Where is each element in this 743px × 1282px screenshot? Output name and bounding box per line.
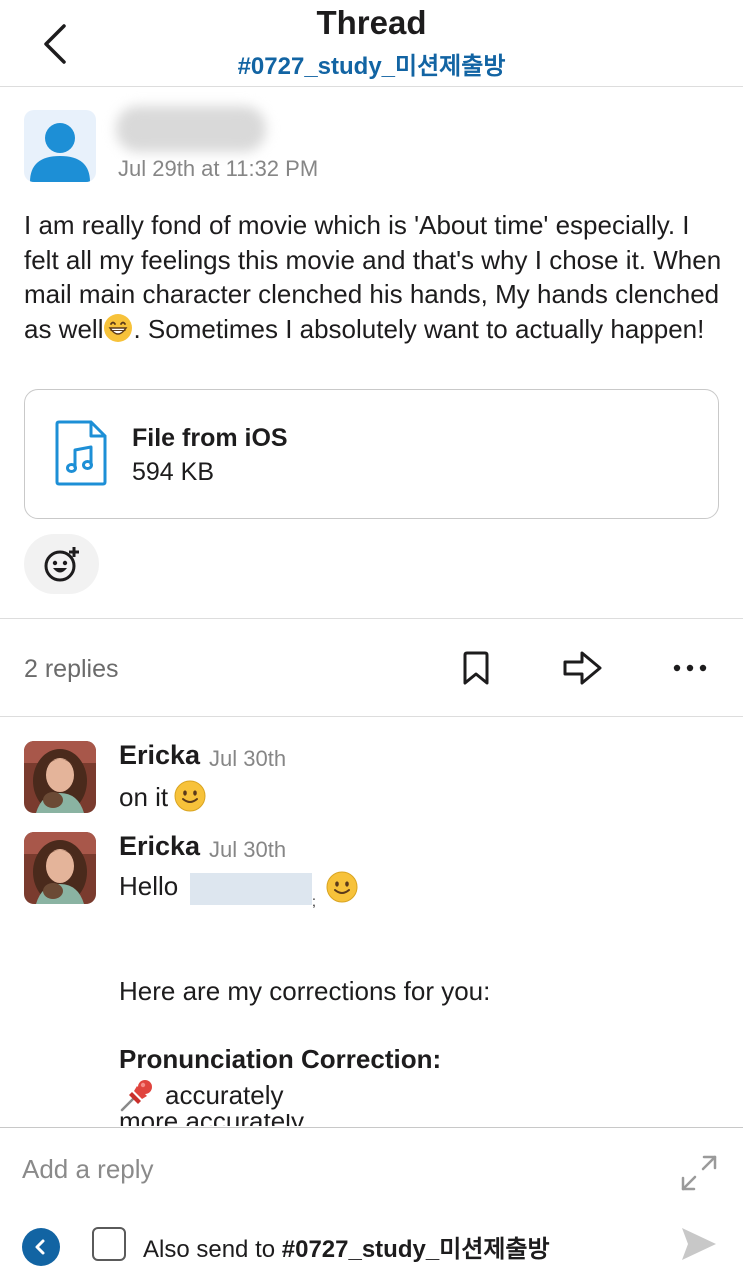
reply-text-content: on it xyxy=(119,782,169,812)
also-send-prefix: Also send to xyxy=(143,1236,282,1263)
thread-header: Thread #0727_study_미션제출방 xyxy=(0,0,743,87)
also-send-label: Also send to #0727_study_미션제출방 xyxy=(143,1229,550,1264)
share-button[interactable] xyxy=(562,650,604,686)
reply-greeting: Hello xyxy=(119,871,179,901)
reply-text: on it xyxy=(119,780,206,813)
reply-timestamp: Jul 30th xyxy=(209,746,287,771)
user-photo-icon xyxy=(24,832,96,904)
section-heading: Pronunciation Correction: xyxy=(119,1044,442,1074)
grinning-emoji-icon xyxy=(104,313,133,342)
redacted-recipient-name xyxy=(190,873,312,905)
pushpin-icon xyxy=(120,1080,152,1112)
file-attachment[interactable]: File from iOS 594 KB xyxy=(24,389,719,519)
bookmark-icon xyxy=(463,651,489,685)
send-button[interactable] xyxy=(680,1226,718,1262)
user-placeholder-icon xyxy=(30,123,90,182)
avatar[interactable] xyxy=(24,832,96,904)
reply-timestamp: Jul 30th xyxy=(209,837,287,862)
slightly-smiling-emoji-icon xyxy=(326,871,358,903)
reply-composer: Also send to #0727_study_미션제출방 xyxy=(0,1127,743,1282)
avatar[interactable] xyxy=(24,110,96,182)
message-text-tail: . Sometimes I absolutely want to actuall… xyxy=(133,313,705,344)
clipped-correction-line: more accurately xyxy=(119,1114,304,1126)
also-send-channel: #0727_study_미션제출방 xyxy=(281,1236,550,1263)
also-send-checkbox[interactable] xyxy=(92,1227,126,1261)
add-reaction-button[interactable] xyxy=(24,534,99,594)
file-name: File from iOS xyxy=(132,424,288,452)
corrections-intro: Here are my corrections for you: xyxy=(119,976,491,1006)
file-size: 594 KB xyxy=(132,458,215,486)
correction-item: accurately xyxy=(119,1078,284,1112)
message-text: I am really fond of movie which is 'Abou… xyxy=(24,208,724,346)
audio-file-icon xyxy=(55,420,107,486)
redacted-author-name xyxy=(116,106,266,152)
ellipsis-icon xyxy=(673,664,707,672)
send-icon xyxy=(682,1228,716,1260)
share-arrow-icon xyxy=(563,651,602,685)
correction-item-text: accurately xyxy=(165,1080,284,1110)
avatar[interactable] xyxy=(24,741,96,813)
replies-count: 2 replies xyxy=(24,655,119,683)
collapse-options-button[interactable] xyxy=(22,1228,60,1266)
divider xyxy=(0,716,743,717)
reply-input[interactable] xyxy=(22,1150,582,1188)
expand-arrows-icon xyxy=(681,1155,717,1191)
more-actions-button[interactable] xyxy=(670,656,710,680)
save-bookmark-button[interactable] xyxy=(462,650,490,686)
redacted-tail: ; xyxy=(312,893,316,909)
reply-author[interactable]: Ericka xyxy=(119,740,200,771)
page-title: Thread xyxy=(316,4,427,41)
message-timestamp: Jul 29th at 11:32 PM xyxy=(118,156,319,181)
expand-composer-button[interactable] xyxy=(680,1154,718,1192)
divider xyxy=(0,618,743,619)
slightly-smiling-emoji-icon xyxy=(174,780,206,812)
chevron-left-icon xyxy=(35,1239,45,1255)
reply-author[interactable]: Ericka xyxy=(119,831,200,862)
user-photo-icon xyxy=(24,741,96,813)
channel-link[interactable]: #0727_study_미션제출방 xyxy=(0,46,743,81)
clipped-line-text: more accurately xyxy=(119,1114,304,1126)
add-emoji-icon xyxy=(44,547,79,582)
